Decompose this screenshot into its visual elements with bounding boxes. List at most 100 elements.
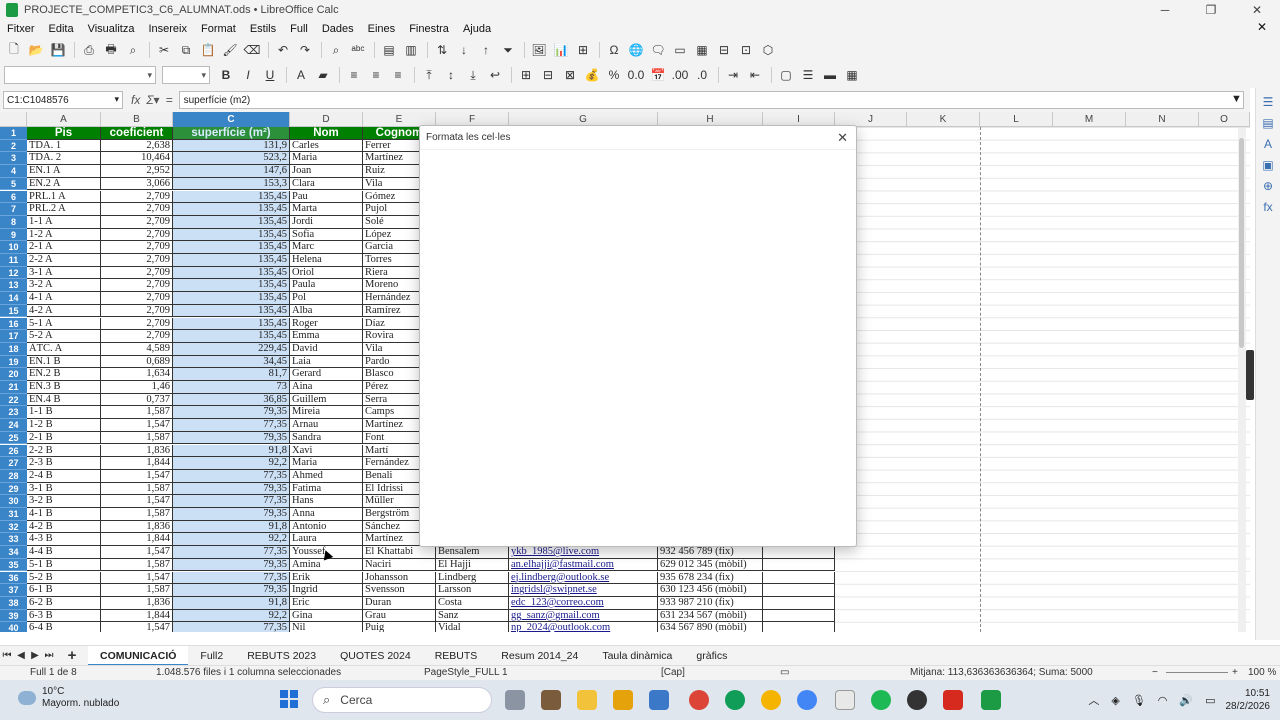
cell[interactable]: ÀTC. A: [27, 342, 101, 356]
cell[interactable]: El Khattabi: [363, 546, 436, 559]
split-window-icon[interactable]: ⊡: [736, 41, 756, 59]
row-header[interactable]: 24: [0, 419, 27, 432]
cell[interactable]: 6-2 B: [27, 596, 101, 610]
cell[interactable]: 1,836: [101, 520, 173, 534]
cut-icon[interactable]: ✂: [154, 41, 174, 59]
menu-estils[interactable]: Estils: [243, 23, 283, 35]
libreoffice-calc-taskbar-icon[interactable]: [981, 690, 1001, 710]
cell[interactable]: 79,35: [173, 406, 290, 420]
cell[interactable]: 2,709: [101, 317, 173, 331]
row-header[interactable]: 26: [0, 444, 27, 458]
cell[interactable]: 2,709: [101, 330, 173, 343]
select-all-corner[interactable]: [0, 112, 27, 127]
row-header[interactable]: 9: [0, 228, 27, 242]
cell[interactable]: Maria: [290, 457, 363, 470]
cell[interactable]: edc_123@correo.com: [509, 596, 658, 610]
cell[interactable]: 81,7: [173, 368, 290, 381]
cell[interactable]: 3-2 A: [27, 279, 101, 293]
selection-mode-icon[interactable]: ▭: [780, 667, 789, 678]
column-header-a[interactable]: A: [27, 112, 101, 127]
merge-cells-icon[interactable]: ⊟: [538, 66, 558, 84]
cell[interactable]: 79,35: [173, 558, 290, 572]
cell[interactable]: 932 456 789 (fix): [658, 546, 763, 559]
cell[interactable]: 6-1 B: [27, 584, 101, 597]
undo-icon[interactable]: ↶: [273, 41, 293, 59]
cell[interactable]: Guillem: [290, 393, 363, 407]
row-header[interactable]: 18: [0, 342, 27, 356]
cell[interactable]: gg_sanz@gmail.com: [509, 609, 658, 623]
cell[interactable]: Gina: [290, 609, 363, 623]
cell[interactable]: Naciri: [363, 558, 436, 572]
cell[interactable]: 77,35: [173, 469, 290, 483]
cell[interactable]: 135,45: [173, 215, 290, 229]
sort-ascending-icon[interactable]: ↓: [454, 41, 474, 59]
row-header[interactable]: 12: [0, 266, 27, 280]
properties-icon[interactable]: ▤: [1256, 116, 1280, 130]
cell[interactable]: 1,587: [101, 406, 173, 420]
border-style-icon[interactable]: ☰: [798, 66, 818, 84]
formula-equals-icon[interactable]: =: [166, 93, 173, 107]
cell[interactable]: 1,547: [101, 469, 173, 483]
tab-rebuts[interactable]: REBUTS: [423, 646, 490, 666]
cell[interactable]: Alba: [290, 304, 363, 318]
cell[interactable]: 1,547: [101, 419, 173, 432]
cell[interactable]: Sanz: [436, 609, 509, 623]
cell[interactable]: np_2024@outlook.com: [509, 622, 658, 632]
headers-footers-icon[interactable]: ▭: [670, 41, 690, 59]
cell[interactable]: Oriol: [290, 266, 363, 280]
column-header-c[interactable]: C: [173, 112, 290, 127]
row-header[interactable]: 10: [0, 241, 27, 254]
styles-icon[interactable]: A: [1256, 137, 1280, 151]
tab-rebuts-2023[interactable]: REBUTS 2023: [235, 646, 328, 666]
cell[interactable]: 2,709: [101, 292, 173, 305]
prev-sheet-icon[interactable]: ◀: [14, 650, 28, 661]
header-cell[interactable]: Nom: [290, 127, 363, 140]
row-header[interactable]: 8: [0, 215, 27, 229]
navigator-icon[interactable]: ⊕: [1256, 179, 1280, 193]
column-icon[interactable]: ▥: [401, 41, 421, 59]
row-header[interactable]: 20: [0, 368, 27, 381]
cell[interactable]: [763, 622, 835, 632]
cell[interactable]: 3-1 A: [27, 266, 101, 280]
header-cell[interactable]: coeficient: [101, 127, 173, 140]
cell[interactable]: Gerard: [290, 368, 363, 381]
cell[interactable]: 2,709: [101, 254, 173, 267]
cell[interactable]: 2,709: [101, 215, 173, 229]
cell[interactable]: 2-4 B: [27, 469, 101, 483]
tab-quotes-2024[interactable]: QUOTES 2024: [328, 646, 423, 666]
cell[interactable]: Duran: [363, 596, 436, 610]
zoom-slider[interactable]: [1166, 672, 1228, 673]
cell[interactable]: 2-3 B: [27, 457, 101, 470]
cell[interactable]: EN.2 B: [27, 368, 101, 381]
cell[interactable]: 2,952: [101, 165, 173, 178]
cell[interactable]: Emma: [290, 330, 363, 343]
sum-icon[interactable]: Σ▾: [146, 93, 159, 107]
row-header[interactable]: 14: [0, 292, 27, 305]
tray-chevron-icon[interactable]: ︿: [1088, 692, 1099, 708]
cell[interactable]: Jordi: [290, 215, 363, 229]
cell[interactable]: 135,45: [173, 266, 290, 280]
font-size-combo[interactable]: ▾: [162, 66, 210, 84]
spelling-icon[interactable]: ᵃᵇᶜ: [348, 41, 368, 59]
tab-grafics[interactable]: gràfics: [684, 646, 739, 666]
microphone-icon[interactable]: 🎙: [1132, 694, 1146, 707]
cell[interactable]: 1,836: [101, 444, 173, 458]
row-header[interactable]: 32: [0, 520, 27, 534]
cell[interactable]: 135,45: [173, 228, 290, 242]
cell[interactable]: 5-1 B: [27, 558, 101, 572]
header-cell[interactable]: superfície (m²): [173, 127, 290, 140]
menu-visualitza[interactable]: Visualitza: [81, 23, 142, 35]
underline-icon[interactable]: U: [260, 66, 280, 84]
save-icon[interactable]: 💾: [48, 41, 68, 59]
cell[interactable]: 3-2 B: [27, 495, 101, 508]
row-header[interactable]: 4: [0, 165, 27, 178]
new-document-icon[interactable]: 🗋: [4, 41, 24, 59]
cell[interactable]: Xavi: [290, 444, 363, 458]
cell[interactable]: 79,35: [173, 482, 290, 496]
borders-icon[interactable]: ▢: [776, 66, 796, 84]
cell[interactable]: 135,45: [173, 241, 290, 254]
cell[interactable]: 79,35: [173, 431, 290, 445]
wrap-text-icon[interactable]: ↩: [485, 66, 505, 84]
autofilter-icon[interactable]: ⏷: [498, 41, 518, 59]
cell[interactable]: Arnau: [290, 419, 363, 432]
